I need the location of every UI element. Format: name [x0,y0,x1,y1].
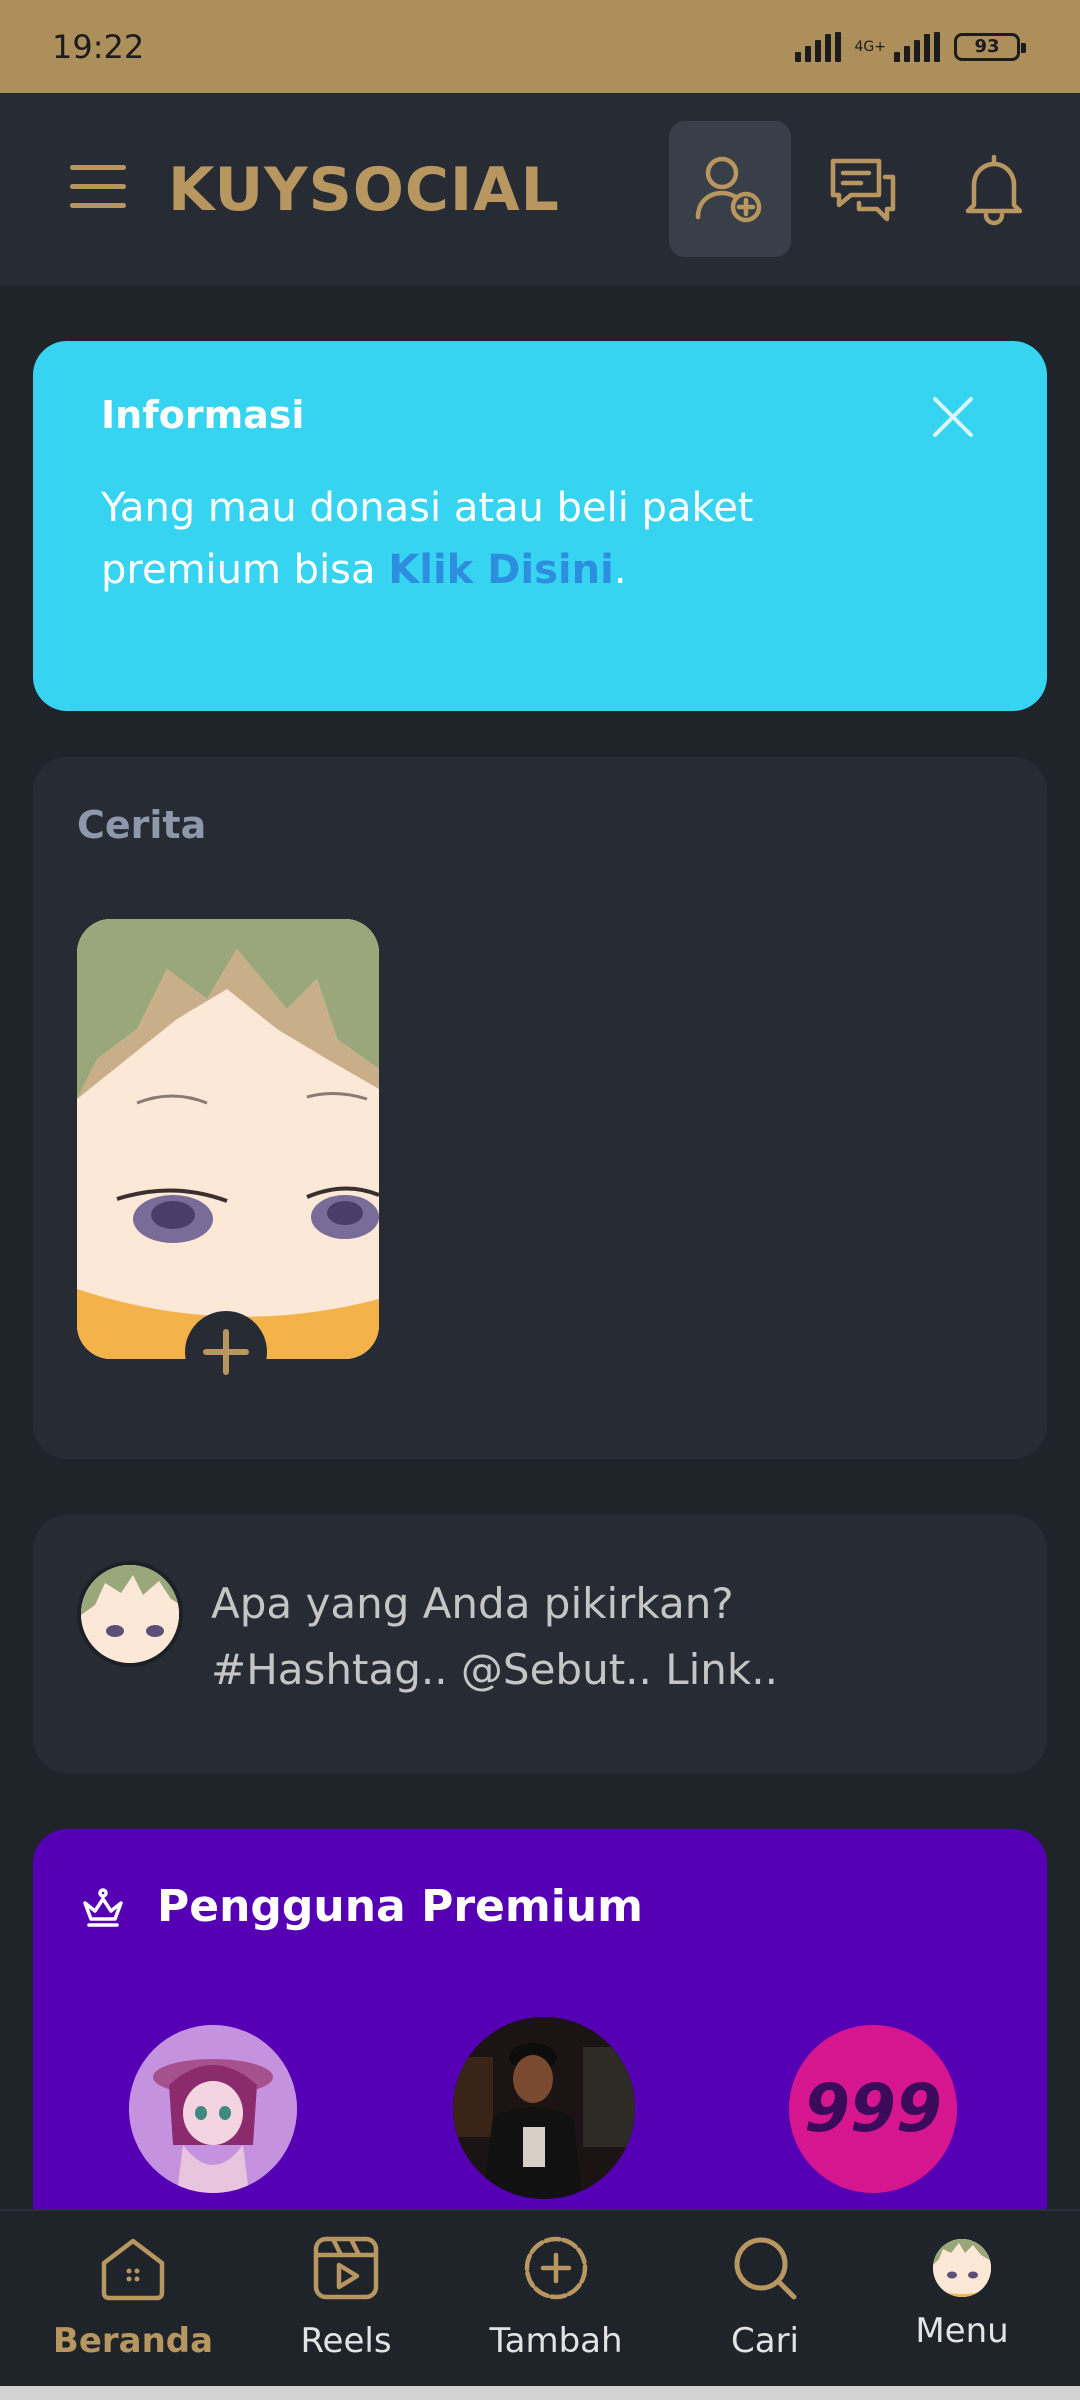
signal-icon-2 [894,31,940,62]
notifications-button[interactable] [933,121,1055,257]
avatar [77,1561,183,1667]
nav-reels[interactable]: Reels [246,2233,446,2383]
info-suffix: . [613,547,627,593]
add-friend-icon [695,156,762,223]
avatar [933,2239,991,2297]
status-indicators: 4G+ 93 [794,31,1026,62]
battery-icon: 93 [954,32,1026,61]
svg-text:999: 999 [804,2070,942,2147]
info-banner: Informasi Yang mau donasi atau beli pake… [33,341,1047,711]
battery-level: 93 [974,36,1000,57]
signal-icon [794,31,841,62]
info-text: Yang mau donasi atau beli paket premium … [101,477,861,601]
info-title: Informasi [101,393,305,437]
nav-search-label: Cari [731,2321,799,2361]
my-story-thumbnail[interactable] [77,919,379,1359]
bottom-navigation: Beranda Reels Tambah Cari Menu [0,2209,1080,2386]
search-icon [734,2237,797,2300]
premium-user-avatar[interactable]: 999 [789,2025,957,2193]
post-composer[interactable]: Apa yang Anda pikirkan? #Hashtag.. @Sebu… [33,1515,1047,1773]
messages-button[interactable] [802,121,924,257]
premium-user-avatar[interactable] [129,2025,297,2193]
add-friend-button[interactable] [669,121,791,257]
add-story-button[interactable] [185,1311,267,1393]
nav-menu-label: Menu [915,2311,1009,2351]
app-logo: KUYSOCIAL [168,155,560,225]
add-circle-icon [524,2236,588,2300]
nav-search[interactable]: Cari [665,2233,865,2383]
placeholder-line-1: Apa yang Anda pikirkan? [211,1579,734,1628]
stories-section: Cerita [33,757,1047,1459]
network-label: 4G+ [854,38,887,55]
status-bar: 19:22 4G+ 93 [0,0,1080,93]
nav-add-label: Tambah [489,2321,623,2361]
app-header: KUYSOCIAL [0,93,1080,285]
donate-link[interactable]: Klik Disini [388,547,614,593]
reels-icon [313,2236,379,2300]
system-nav-bar [0,2386,1080,2400]
premium-users-section: Pengguna Premium 999 [33,1829,1047,2249]
premium-title: Pengguna Premium [157,1881,643,1932]
nav-menu[interactable]: Menu [862,2233,1062,2383]
nav-reels-label: Reels [300,2321,392,2361]
close-icon[interactable] [929,393,977,441]
nav-home[interactable]: Beranda [33,2233,233,2383]
post-input[interactable]: Apa yang Anda pikirkan? #Hashtag.. @Sebu… [211,1571,1011,1703]
stories-title: Cerita [77,803,207,847]
chat-icon [830,158,896,222]
crown-icon [83,1888,123,1927]
nav-home-label: Beranda [52,2321,214,2361]
plus-icon [203,1329,249,1375]
placeholder-line-2: #Hashtag.. @Sebut.. Link.. [211,1645,778,1694]
status-time: 19:22 [52,27,145,66]
premium-user-avatar[interactable] [453,2017,635,2199]
menu-icon[interactable] [70,165,126,209]
nav-add[interactable]: Tambah [456,2233,656,2383]
home-icon [101,2238,165,2301]
story-avatar-image [77,919,379,1359]
bell-icon [965,154,1023,226]
